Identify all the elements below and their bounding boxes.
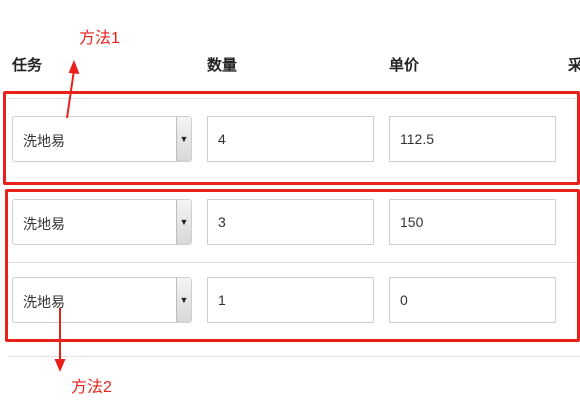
method2-arrow-icon bbox=[54, 308, 66, 372]
